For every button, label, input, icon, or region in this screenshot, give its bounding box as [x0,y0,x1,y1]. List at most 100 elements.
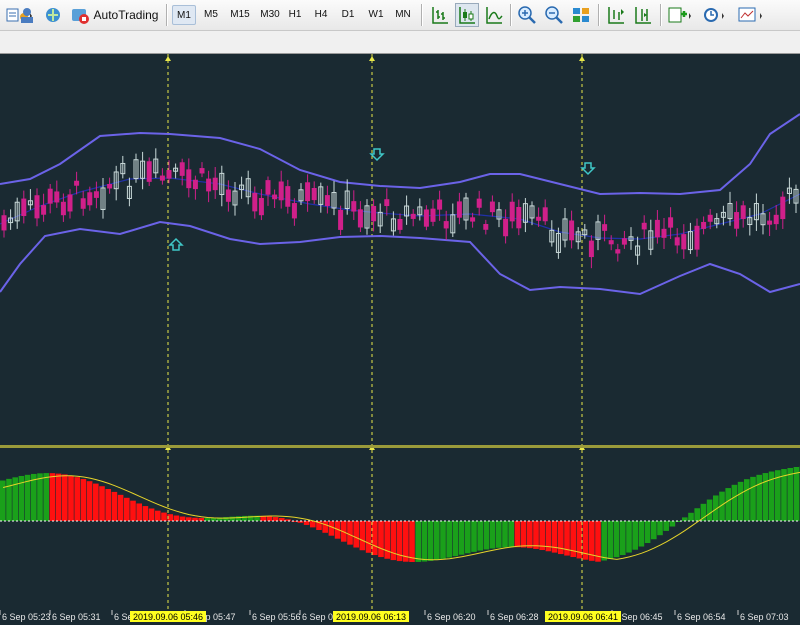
toolbar-separator [166,4,168,26]
oscillator-bar [651,521,657,540]
oscillator-bar [663,521,669,531]
candle-body [661,228,667,238]
oscillator-bar [508,521,514,548]
zoom-out-button[interactable] [542,3,566,27]
candle-body [621,238,627,245]
candle-body [357,209,363,228]
candle-body [483,224,489,230]
autotrading-button[interactable]: AutoTrading [68,3,160,27]
templates-button[interactable] [736,3,768,27]
zoom-in-icon [518,6,536,24]
candle-body [80,198,86,209]
oscillator-bar [489,521,496,549]
oscillator-bar [737,481,744,521]
line-chart-button[interactable] [482,3,506,27]
chart-shift-button[interactable] [604,3,628,27]
timeframe-d1[interactable]: D1 [337,5,359,25]
candle-body [641,222,647,230]
oscillator-bar [694,508,700,521]
timeframe-m1[interactable]: M1 [172,5,196,25]
oscillator-bar [31,473,37,521]
toolbar-spacer [0,31,800,54]
market-watch-button[interactable] [40,3,66,27]
candle-body [305,182,311,202]
oscillator-bar [762,473,769,521]
oscillator-bar [111,491,118,521]
indicators-button[interactable] [665,3,695,27]
oscillator-bar [55,473,62,521]
candle-body [285,186,291,207]
tile-windows-button[interactable] [569,3,593,27]
oscillator-bar [427,521,434,561]
oscillator-bar [241,515,248,521]
candle-body [489,201,495,213]
chart-shift-icon [608,7,624,24]
oscillator-bar [465,521,471,554]
candlestick-chart-button[interactable] [455,3,479,27]
timeframe-h4[interactable]: H4 [310,5,332,25]
oscillator-bar [130,500,136,521]
candle-body [34,195,40,219]
time-label: 6 Sep 07:03 [740,612,789,622]
price-chart[interactable]: 6 Sep 05:23 6 Sep 05:31 6 Sep 6 Sep 05:47 6 … [0,54,800,625]
oscillator-bar [365,521,372,553]
vline-labels: 2019.09.06 05:46 2019.09.06 06:13 2019.09.… [130,611,621,622]
toolbar-separator [598,4,600,26]
oscillator-bar [372,521,378,556]
oscillator-bar [117,494,124,521]
candle-body [41,205,47,215]
candle-body [252,192,258,212]
timeframe-m5[interactable]: M5 [199,5,223,25]
candle-body [384,199,390,207]
oscillator-bar [756,474,762,521]
candle-body [311,188,317,201]
toolbar-separator [660,4,662,26]
oscillator-bar [378,521,384,558]
vline-time-label: 2019.09.06 06:13 [336,612,406,622]
oscillator-bar [310,521,316,528]
candle-body [509,201,515,222]
oscillator-bar [682,517,688,521]
oscillator-bar [328,521,335,536]
oscillator-bar [86,481,93,521]
oscillator-bar [434,521,440,560]
oscillator-bar [638,521,645,547]
candle-body [773,214,779,225]
candle-body [734,212,740,229]
oscillator-bar [409,521,415,562]
oscillator-bar [421,521,428,562]
candle-body [146,161,152,182]
indicators-icon [668,7,691,23]
navigator-button[interactable] [14,3,40,27]
timeframe-m15[interactable]: M15 [226,5,254,25]
oscillator-bar [514,521,521,548]
bar-chart-button[interactable] [428,3,452,27]
oscillator-bar [613,521,620,558]
candle-body [291,203,297,219]
timeframe-mn[interactable]: MN [391,5,415,25]
zoom-in-button[interactable] [515,3,539,27]
candle-body [602,224,608,231]
candle-body [1,215,7,231]
candle-body [186,169,192,189]
candle-body [225,189,231,202]
candle-body [166,170,172,179]
periods-button[interactable] [700,3,730,27]
time-label: 6 Sep 05:56 [252,612,301,622]
oscillator-bar [155,510,161,521]
candle-body [324,195,330,207]
time-label: 6 Sep 06:54 [677,612,726,622]
timeframe-w1[interactable]: W1 [364,5,388,25]
autotrading-label: AutoTrading [93,8,159,22]
candle-body [456,201,462,218]
timeframe-m30[interactable]: M30 [256,5,284,25]
timeframe-h1[interactable]: H1 [284,5,306,25]
oscillator-bar [446,521,452,558]
candle-body [192,179,198,190]
main-toolbar: AutoTrading M1 M5 M15 M30 H1 H4 D1 W1 MN [0,0,800,31]
oscillator-bar [744,479,750,521]
autoscroll-button[interactable] [631,3,655,27]
candle-body [67,194,73,212]
oscillator-bar [49,473,56,521]
time-label: 6 Sep 06:28 [490,612,539,622]
